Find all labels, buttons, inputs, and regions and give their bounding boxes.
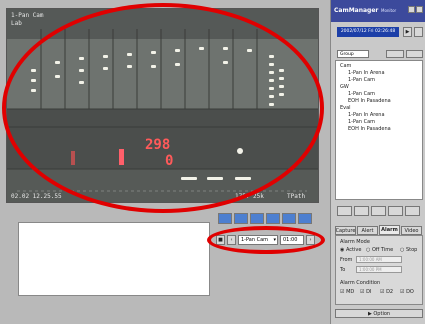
alarm-mode-offtime[interactable]: ○ Off Time bbox=[366, 247, 393, 253]
condition-md[interactable]: ☑ MD bbox=[340, 289, 354, 295]
tree-item[interactable]: 1-Pan In Arena bbox=[348, 112, 385, 118]
condition-di[interactable]: ☑ DI bbox=[360, 289, 371, 295]
group-action-button[interactable] bbox=[386, 50, 404, 58]
alarm-mode-active[interactable]: ◉ Active bbox=[340, 247, 361, 253]
alarm-mode-active-label: Active bbox=[345, 247, 362, 253]
tree-item[interactable]: 1-Pan In Arena bbox=[348, 70, 385, 76]
datetime-display: 2002/07/12 Fri 02:26:48 bbox=[337, 27, 399, 37]
app-subtitle: Monitor bbox=[381, 8, 397, 13]
view-layout-button-3[interactable] bbox=[250, 213, 264, 224]
tree-item[interactable]: Eval bbox=[340, 105, 351, 111]
alarm-condition-label: Alarm Condition bbox=[340, 280, 381, 286]
ptz-button[interactable] bbox=[337, 206, 352, 216]
camera-osd-sub: Lab bbox=[11, 20, 22, 27]
settings-button[interactable] bbox=[414, 27, 423, 37]
camera-osd-path: TPath bbox=[287, 193, 306, 200]
tab-alert[interactable]: Alert bbox=[357, 226, 378, 235]
from-field[interactable]: 1:00:00 AM bbox=[356, 256, 402, 263]
to-field[interactable]: 1:00:00 PM bbox=[356, 266, 402, 273]
option-button[interactable]: ▶ Option bbox=[335, 309, 423, 318]
camera-tree[interactable]: Cam 1-Pan In Arena 1-Pan Cam GW 1-Pan Ca… bbox=[335, 60, 423, 200]
from-label: From bbox=[340, 257, 353, 263]
alarm-mode-stop[interactable]: ○ Stop bbox=[400, 247, 417, 253]
condition-d2-label: D2 bbox=[386, 289, 394, 295]
view-layout-button-1[interactable] bbox=[218, 213, 232, 224]
ptz-button[interactable] bbox=[371, 206, 386, 216]
alarm-mode-offtime-label: Off Time bbox=[371, 247, 394, 253]
tree-item[interactable]: 1-Pan Cam bbox=[348, 91, 375, 97]
close-button[interactable] bbox=[416, 6, 423, 13]
condition-d2[interactable]: ☑ D2 bbox=[380, 289, 393, 295]
group-select-value: Group bbox=[340, 52, 354, 57]
view-layout-button-4[interactable] bbox=[266, 213, 280, 224]
group-select[interactable]: Group bbox=[337, 50, 369, 58]
app-title: CamManager bbox=[334, 7, 379, 14]
minimize-button[interactable] bbox=[408, 6, 415, 13]
play-icon[interactable]: ▶ bbox=[403, 27, 412, 37]
tab-alarm[interactable]: Alarm bbox=[379, 225, 400, 235]
camera-osd-name: 1-Pan Cam bbox=[11, 12, 44, 19]
alarm-mode-stop-label: Stop bbox=[405, 247, 418, 253]
view-layout-button-5[interactable] bbox=[282, 213, 296, 224]
tab-capture[interactable]: Capture bbox=[335, 226, 356, 235]
tree-item[interactable]: 1-Pan Cam bbox=[348, 119, 375, 125]
view-layout-button-2[interactable] bbox=[234, 213, 248, 224]
tree-item[interactable]: GW bbox=[340, 84, 349, 90]
highlight-ellipse-camera bbox=[2, 3, 324, 213]
ptz-button[interactable] bbox=[388, 206, 403, 216]
condition-do[interactable]: ☑ DO bbox=[400, 289, 414, 295]
group-edit-button[interactable] bbox=[406, 50, 423, 58]
to-label: To bbox=[340, 267, 346, 273]
condition-md-label: MD bbox=[346, 289, 355, 295]
ptz-button[interactable] bbox=[405, 206, 420, 216]
tree-item[interactable]: EOH In Pasadena bbox=[348, 126, 391, 132]
highlight-ellipse-toolbar bbox=[207, 226, 325, 254]
tab-video[interactable]: Video bbox=[401, 226, 422, 235]
preview-area bbox=[18, 222, 210, 296]
sidebar: CamManager Monitor 2002/07/12 Fri 02:26:… bbox=[330, 0, 425, 324]
ptz-button[interactable] bbox=[354, 206, 369, 216]
tree-item[interactable]: Cam bbox=[340, 63, 351, 69]
alarm-panel: Alarm Mode ◉ Active ○ Off Time ○ Stop Fr… bbox=[335, 235, 423, 305]
tree-item[interactable]: 1-Pan Cam bbox=[348, 77, 375, 83]
tree-item[interactable]: EOH In Pasadena bbox=[348, 98, 391, 104]
camera-osd-timestamp: 02.02 12.25.55 bbox=[11, 193, 62, 200]
condition-di-label: DI bbox=[366, 289, 372, 295]
view-layout-button-6[interactable] bbox=[298, 213, 312, 224]
alarm-mode-label: Alarm Mode bbox=[340, 239, 370, 245]
condition-do-label: DO bbox=[406, 289, 414, 295]
